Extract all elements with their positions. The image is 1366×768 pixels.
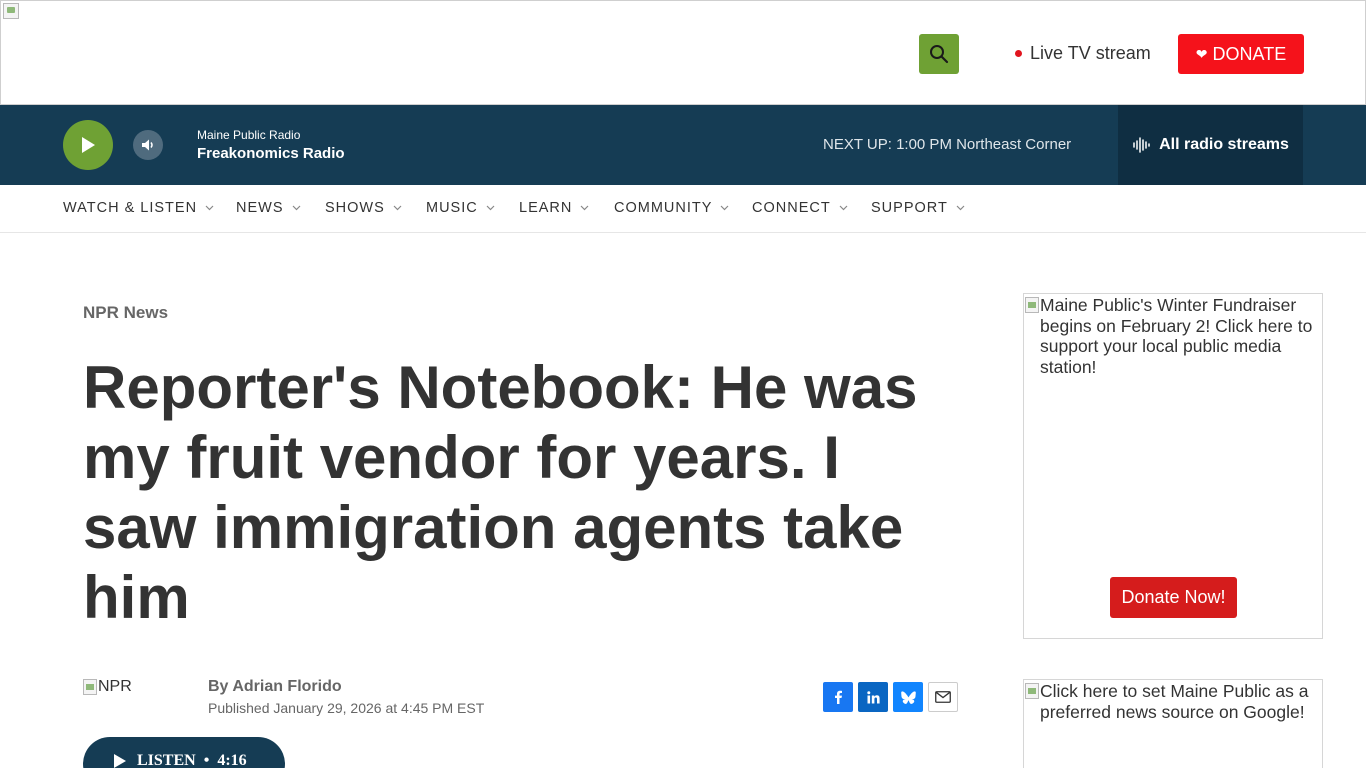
listen-separator: • xyxy=(203,752,210,768)
all-radio-streams-button[interactable]: All radio streams xyxy=(1118,105,1303,185)
article-headline: Reporter's Notebook: He was my fruit ven… xyxy=(83,354,918,631)
nav-item-label: NEWS xyxy=(236,200,284,216)
byline-image-alt: NPR xyxy=(98,678,132,695)
nav-item-label: MUSIC xyxy=(426,200,478,216)
top-header: Live TV stream ❤ DONATE xyxy=(0,0,1366,105)
chevron-down-icon xyxy=(720,205,729,211)
nav-item-music[interactable]: MUSIC xyxy=(426,200,495,216)
listen-button[interactable]: LISTEN • 4:16 xyxy=(83,737,285,768)
live-tv-stream-link[interactable]: Live TV stream xyxy=(1015,43,1151,64)
fundraiser-ad[interactable]: Maine Public's Winter Fundraiser begins … xyxy=(1023,293,1323,639)
heart-icon: ❤ xyxy=(1195,45,1208,62)
live-tv-label: Live TV stream xyxy=(1030,43,1151,63)
chevron-down-icon xyxy=(839,205,848,211)
byline-prefix: By xyxy=(208,678,233,695)
bluesky-icon xyxy=(900,690,916,704)
program-name: Freakonomics Radio xyxy=(197,145,345,162)
donate-button[interactable]: ❤ DONATE xyxy=(1178,34,1304,74)
next-up-text: NEXT UP: 1:00 PM Northeast Corner xyxy=(823,136,1072,153)
chevron-down-icon xyxy=(205,205,214,211)
search-icon xyxy=(930,45,949,64)
broken-image-icon xyxy=(1025,297,1039,313)
facebook-icon xyxy=(835,690,842,704)
main-navigation: WATCH & LISTEN NEWS SHOWS MUSIC LEARN CO… xyxy=(0,185,1366,233)
ad-image-alt: Click here to set Maine Public as a pref… xyxy=(1024,680,1322,722)
play-icon xyxy=(114,754,126,768)
site-logo-image[interactable] xyxy=(3,3,19,19)
chevron-down-icon xyxy=(486,205,495,211)
share-email-button[interactable] xyxy=(928,682,958,712)
author-byline: By Adrian Florido xyxy=(208,678,342,696)
nav-item-learn[interactable]: LEARN xyxy=(519,200,589,216)
nav-item-community[interactable]: COMMUNITY xyxy=(614,200,729,216)
ad2-alt-text: Click here to set Maine Public as a pref… xyxy=(1040,681,1309,722)
chevron-down-icon xyxy=(292,205,300,211)
play-button[interactable] xyxy=(63,120,113,170)
donate-label: DONATE xyxy=(1212,43,1287,64)
chevron-down-icon xyxy=(580,205,589,211)
ad-image-alt: Maine Public's Winter Fundraiser begins … xyxy=(1024,294,1322,377)
listen-label: LISTEN xyxy=(137,752,196,768)
volume-icon xyxy=(142,139,153,151)
broken-image-icon xyxy=(83,679,97,695)
nav-item-news[interactable]: NEWS xyxy=(236,200,301,216)
radio-player-bar: Maine Public Radio Freakonomics Radio NE… xyxy=(0,105,1366,185)
linkedin-icon xyxy=(866,690,880,703)
listen-duration: 4:16 xyxy=(217,752,247,768)
nav-item-label: WATCH & LISTEN xyxy=(63,200,198,216)
nav-item-shows[interactable]: SHOWS xyxy=(325,200,402,216)
nav-item-label: SHOWS xyxy=(325,200,385,216)
nav-item-connect[interactable]: CONNECT xyxy=(752,200,848,216)
nav-item-label: SUPPORT xyxy=(871,200,948,216)
search-button[interactable] xyxy=(919,34,959,74)
play-icon xyxy=(82,137,95,153)
nav-item-label: CONNECT xyxy=(752,200,831,216)
google-preferred-source-ad[interactable]: Click here to set Maine Public as a pref… xyxy=(1023,679,1323,768)
nav-item-label: COMMUNITY xyxy=(614,200,713,216)
share-bluesky-button[interactable] xyxy=(893,682,923,712)
section-label[interactable]: NPR News xyxy=(83,303,168,323)
broken-image-icon xyxy=(1025,683,1039,699)
chevron-down-icon xyxy=(393,205,402,211)
byline-image: NPR xyxy=(83,678,132,696)
email-icon xyxy=(935,691,951,703)
share-linkedin-button[interactable] xyxy=(858,682,888,712)
nav-item-support[interactable]: SUPPORT xyxy=(871,200,965,216)
ad1-alt-text: Maine Public's Winter Fundraiser begins … xyxy=(1040,295,1313,377)
share-facebook-button[interactable] xyxy=(823,682,853,712)
chevron-down-icon xyxy=(956,205,965,211)
waveform-icon xyxy=(1133,137,1150,153)
published-date: Published January 29, 2026 at 4:45 PM ES… xyxy=(208,700,485,716)
donate-now-button[interactable]: Donate Now! xyxy=(1110,577,1237,618)
volume-button[interactable] xyxy=(133,130,163,160)
station-name: Maine Public Radio xyxy=(197,128,301,142)
live-dot-icon xyxy=(1015,50,1022,57)
author-link[interactable]: Adrian Florido xyxy=(232,678,341,695)
nav-item-label: LEARN xyxy=(519,200,573,216)
nav-item-watch-listen[interactable]: WATCH & LISTEN xyxy=(63,200,214,216)
all-radio-streams-label: All radio streams xyxy=(1159,136,1289,153)
